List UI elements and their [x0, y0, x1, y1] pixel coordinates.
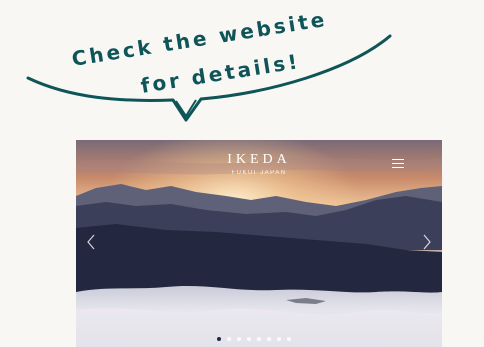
carousel-dot[interactable] [227, 337, 231, 341]
chevron-right-icon[interactable] [418, 231, 436, 253]
carousel-dot[interactable] [287, 337, 291, 341]
logo-subtitle: FUKUI JAPAN [231, 170, 287, 176]
carousel-dot[interactable] [237, 337, 241, 341]
carousel-dot[interactable] [217, 337, 221, 341]
carousel-dot[interactable] [257, 337, 261, 341]
carousel-dot[interactable] [267, 337, 271, 341]
hamburger-icon[interactable] [392, 159, 404, 169]
page: Check the website for details! IKEDA FUK… [0, 0, 484, 347]
speech-bubble-outline: Check the website for details! [26, 7, 392, 122]
carousel-dots [217, 337, 291, 341]
logo-title: IKEDA [227, 152, 291, 167]
hero-carousel[interactable]: IKEDA FUKUI JAPAN [76, 140, 442, 347]
site-logo[interactable]: IKEDA FUKUI JAPAN [76, 152, 442, 178]
chevron-left-icon[interactable] [82, 231, 100, 253]
speech-bubble: Check the website for details! [0, 0, 484, 130]
carousel-dot[interactable] [277, 337, 281, 341]
carousel-dot[interactable] [247, 337, 251, 341]
